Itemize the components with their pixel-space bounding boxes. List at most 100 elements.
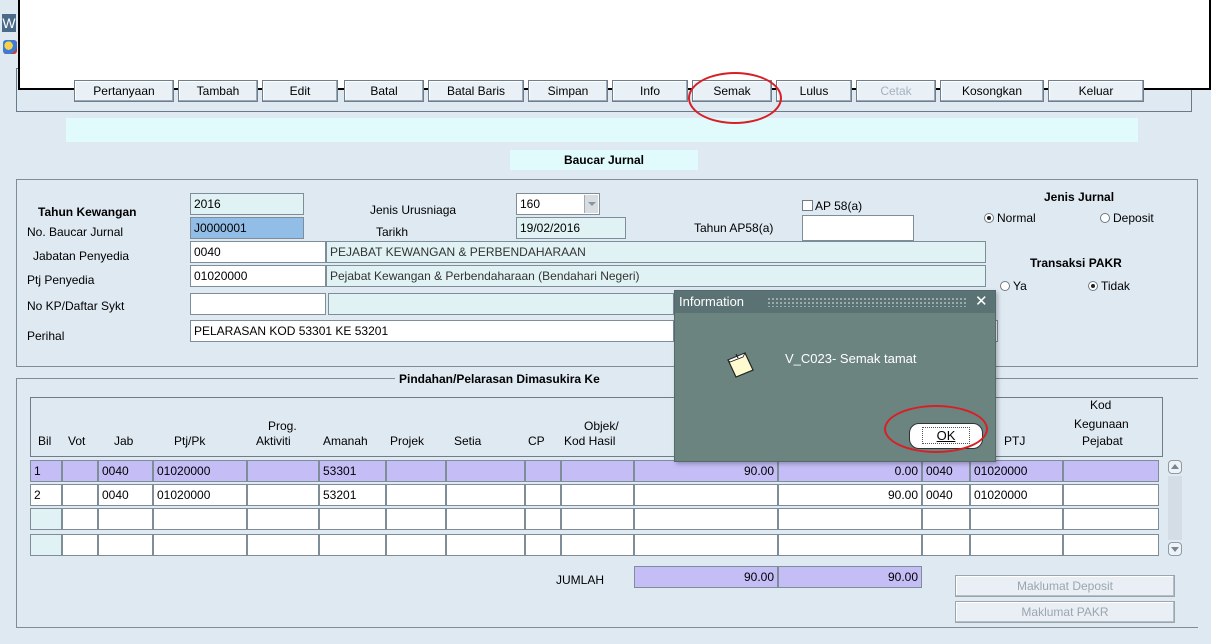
toolbar-button-tambah[interactable]: Tambah [178,80,258,102]
row3-objek[interactable] [561,508,634,530]
tahun-ap58-field[interactable] [802,215,914,241]
tahun-kewangan-field[interactable]: 2016 [190,193,304,215]
col-cp: CP [528,434,545,448]
row4-kredit[interactable] [778,534,922,556]
row2-debit[interactable] [634,484,778,506]
row1-vot[interactable] [62,460,98,482]
toolbar-button-lulus[interactable]: Lulus [776,80,852,102]
row1-cp[interactable] [525,460,561,482]
row4-projek[interactable] [386,534,446,556]
ap58-checkbox-row[interactable]: AP 58(a) [802,199,862,213]
row1-jab[interactable]: 0040 [98,460,153,482]
toolbar-button-pertanyaan[interactable]: Pertanyaan [74,80,174,102]
scroll-up-icon[interactable] [1168,460,1182,474]
row4-jab2[interactable] [922,534,970,556]
row2-bil[interactable]: 2 [30,484,62,506]
row4-ptj[interactable] [153,534,247,556]
radio-tidak-icon[interactable] [1088,281,1098,291]
row4-kod[interactable] [1063,534,1159,556]
radio-ya-icon[interactable] [1000,281,1010,291]
row3-jab2[interactable] [922,508,970,530]
row2-prog[interactable] [247,484,319,506]
maklumat-deposit-button[interactable]: Maklumat Deposit [955,575,1175,597]
radio-ya[interactable]: Ya [1000,279,1027,293]
no-baucar-field[interactable]: J0000001 [190,217,304,239]
row4-bil[interactable] [30,534,62,556]
jumlah-debit: 90.00 [634,566,778,588]
jabatan-code-field[interactable]: 0040 [190,241,326,263]
row2-kredit[interactable]: 90.00 [778,484,922,506]
perihal-field[interactable]: PELARASAN KOD 53301 KE 53201 [190,320,674,342]
tarikh-field[interactable]: 19/02/2016 [516,217,626,239]
row3-prog[interactable] [247,508,319,530]
jabatan-name-field: PEJABAT KEWANGAN & PERBENDAHARAAN [326,241,986,263]
row1-objek[interactable] [561,460,634,482]
row2-setia[interactable] [446,484,525,506]
jenis-urusniaga-select[interactable]: 160 [516,193,600,215]
row2-vot[interactable] [62,484,98,506]
toolbar-button-simpan[interactable]: Simpan [528,80,608,102]
row3-kod[interactable] [1063,508,1159,530]
row1-ptj[interactable]: 01020000 [153,460,247,482]
row4-prog[interactable] [247,534,319,556]
row1-debit[interactable]: 90.00 [634,460,778,482]
row3-ptj2[interactable] [970,508,1063,530]
row1-kod[interactable] [1063,460,1159,482]
row3-bil[interactable] [30,508,62,530]
row3-jab[interactable] [98,508,153,530]
row2-ptj2[interactable]: 01020000 [970,484,1063,506]
row4-jab[interactable] [98,534,153,556]
row3-kredit[interactable] [778,508,922,530]
grid-scrollbar[interactable] [1168,476,1182,540]
toolbar-button-batal[interactable]: Batal [344,80,424,102]
no-kp-field[interactable] [190,293,326,315]
row1-bil[interactable]: 1 [30,460,62,482]
row2-ptj[interactable]: 01020000 [153,484,247,506]
radio-deposit-icon[interactable] [1100,213,1110,223]
radio-tidak[interactable]: Tidak [1088,279,1130,293]
radio-normal-icon[interactable] [984,213,994,223]
row4-amanah[interactable] [319,534,386,556]
row3-setia[interactable] [446,508,525,530]
row1-amanah[interactable]: 53301 [319,460,386,482]
row3-debit[interactable] [634,508,778,530]
row2-jab[interactable]: 0040 [98,484,153,506]
toolbar-button-cetak[interactable]: Cetak [856,80,936,102]
row4-cp[interactable] [525,534,561,556]
row3-cp[interactable] [525,508,561,530]
row1-prog[interactable] [247,460,319,482]
toolbar-button-info[interactable]: Info [612,80,688,102]
maklumat-pakr-button[interactable]: Maklumat PAKR [955,601,1175,623]
row2-cp[interactable] [525,484,561,506]
row2-jab2[interactable]: 0040 [922,484,970,506]
row1-jab2[interactable]: 0040 [922,460,970,482]
close-icon[interactable]: ✕ [975,291,988,313]
row1-projek[interactable] [386,460,446,482]
row4-ptj2[interactable] [970,534,1063,556]
row3-projek[interactable] [386,508,446,530]
row2-amanah[interactable]: 53201 [319,484,386,506]
radio-normal[interactable]: Normal [984,211,1036,225]
scroll-down-icon[interactable] [1168,542,1182,556]
row3-ptj[interactable] [153,508,247,530]
row4-debit[interactable] [634,534,778,556]
radio-deposit[interactable]: Deposit [1100,211,1154,225]
row1-kredit[interactable]: 0.00 [778,460,922,482]
ap58-checkbox[interactable] [802,200,813,211]
row3-amanah[interactable] [319,508,386,530]
row1-setia[interactable] [446,460,525,482]
ptj-code-field[interactable]: 01020000 [190,265,326,287]
toolbar-button-kosongkan[interactable]: Kosongkan [940,80,1044,102]
row1-ptj2[interactable]: 01020000 [970,460,1063,482]
toolbar-button-batal-baris[interactable]: Batal Baris [428,80,524,102]
row4-objek[interactable] [561,534,634,556]
row3-vot[interactable] [62,508,98,530]
toolbar-button-edit[interactable]: Edit [262,80,338,102]
row2-projek[interactable] [386,484,446,506]
toolbar-button-keluar[interactable]: Keluar [1048,80,1144,102]
row2-kod[interactable] [1063,484,1159,506]
row4-vot[interactable] [62,534,98,556]
row4-setia[interactable] [446,534,525,556]
row2-objek[interactable] [561,484,634,506]
perihal-label: Perihal [27,329,65,343]
